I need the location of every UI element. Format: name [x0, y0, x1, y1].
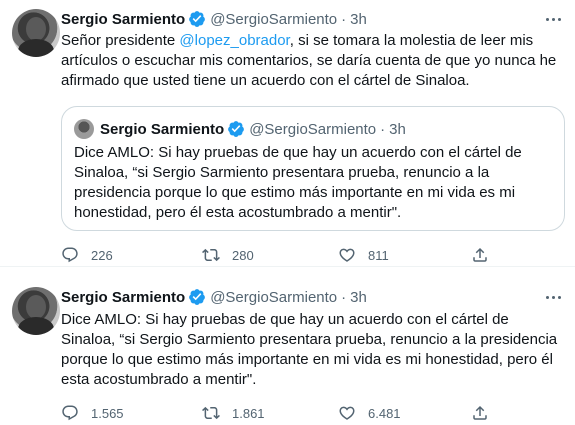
reply-button[interactable]: 1.565 — [61, 403, 124, 423]
share-icon — [473, 405, 487, 420]
reply-icon — [62, 405, 78, 421]
timestamp[interactable]: 3h — [350, 289, 367, 306]
like-button[interactable]: 811 — [338, 245, 389, 265]
tweet-header: Sergio Sarmiento @SergioSarmiento · 3h — [61, 9, 367, 29]
retweet-count: 1.861 — [232, 405, 265, 421]
author-handle[interactable]: @SergioSarmiento — [210, 289, 337, 306]
separator: · — [380, 120, 386, 138]
share-button[interactable] — [471, 403, 489, 423]
more-options-icon[interactable] — [543, 287, 563, 307]
verified-badge-icon — [189, 11, 206, 27]
tweet-text-part: Señor presidente — [61, 32, 180, 49]
retweet-icon — [202, 248, 220, 262]
like-button[interactable]: 6.481 — [338, 403, 401, 423]
retweet-icon — [202, 406, 220, 420]
tweet[interactable]: Sergio Sarmiento @SergioSarmiento · 3h D… — [0, 266, 575, 425]
avatar[interactable] — [12, 287, 60, 335]
quoted-tweet-text: Dice AMLO: Si hay pruebas de que hay un … — [74, 144, 522, 221]
separator: · — [341, 10, 347, 28]
author-name[interactable]: Sergio Sarmiento — [61, 11, 185, 28]
verified-badge-icon — [228, 121, 245, 137]
tweet-text: Señor presidente @lopez_obrador, si se t… — [61, 31, 566, 91]
tweet-text: Dice AMLO: Si hay pruebas de que hay un … — [61, 311, 558, 388]
author-name[interactable]: Sergio Sarmiento — [61, 289, 185, 306]
quoted-timestamp: 3h — [389, 120, 406, 138]
reply-count: 1.565 — [91, 405, 124, 421]
author-handle[interactable]: @SergioSarmiento — [210, 11, 337, 28]
reply-button[interactable]: 226 — [61, 245, 113, 265]
like-icon — [339, 248, 355, 262]
reply-count: 226 — [91, 247, 113, 263]
like-icon — [339, 406, 355, 420]
like-count: 811 — [368, 247, 389, 263]
quoted-tweet[interactable]: Sergio Sarmiento @SergioSarmiento · 3h D… — [61, 106, 565, 231]
separator: · — [341, 288, 347, 306]
mention-link[interactable]: @lopez_obrador — [179, 32, 289, 49]
like-count: 6.481 — [368, 405, 401, 421]
quoted-avatar — [74, 119, 94, 139]
avatar[interactable] — [12, 9, 60, 57]
more-options-icon[interactable] — [543, 9, 563, 29]
timestamp[interactable]: 3h — [350, 11, 367, 28]
retweet-button[interactable]: 1.861 — [202, 403, 265, 423]
share-button[interactable] — [471, 245, 489, 265]
reply-icon — [62, 247, 78, 263]
retweet-count: 280 — [232, 247, 254, 263]
quoted-author-handle: @SergioSarmiento — [249, 120, 377, 138]
quoted-author-name: Sergio Sarmiento — [100, 120, 225, 138]
tweet-actions: 226 280 811 — [61, 245, 501, 265]
share-icon — [473, 247, 487, 262]
retweet-button[interactable]: 280 — [202, 245, 254, 265]
tweet-header: Sergio Sarmiento @SergioSarmiento · 3h — [61, 287, 367, 307]
verified-badge-icon — [189, 289, 206, 305]
tweet[interactable]: Sergio Sarmiento @SergioSarmiento · 3h S… — [0, 0, 575, 266]
quoted-header: Sergio Sarmiento @SergioSarmiento · 3h — [100, 119, 406, 139]
tweet-actions: 1.565 1.861 6.481 — [61, 403, 501, 423]
